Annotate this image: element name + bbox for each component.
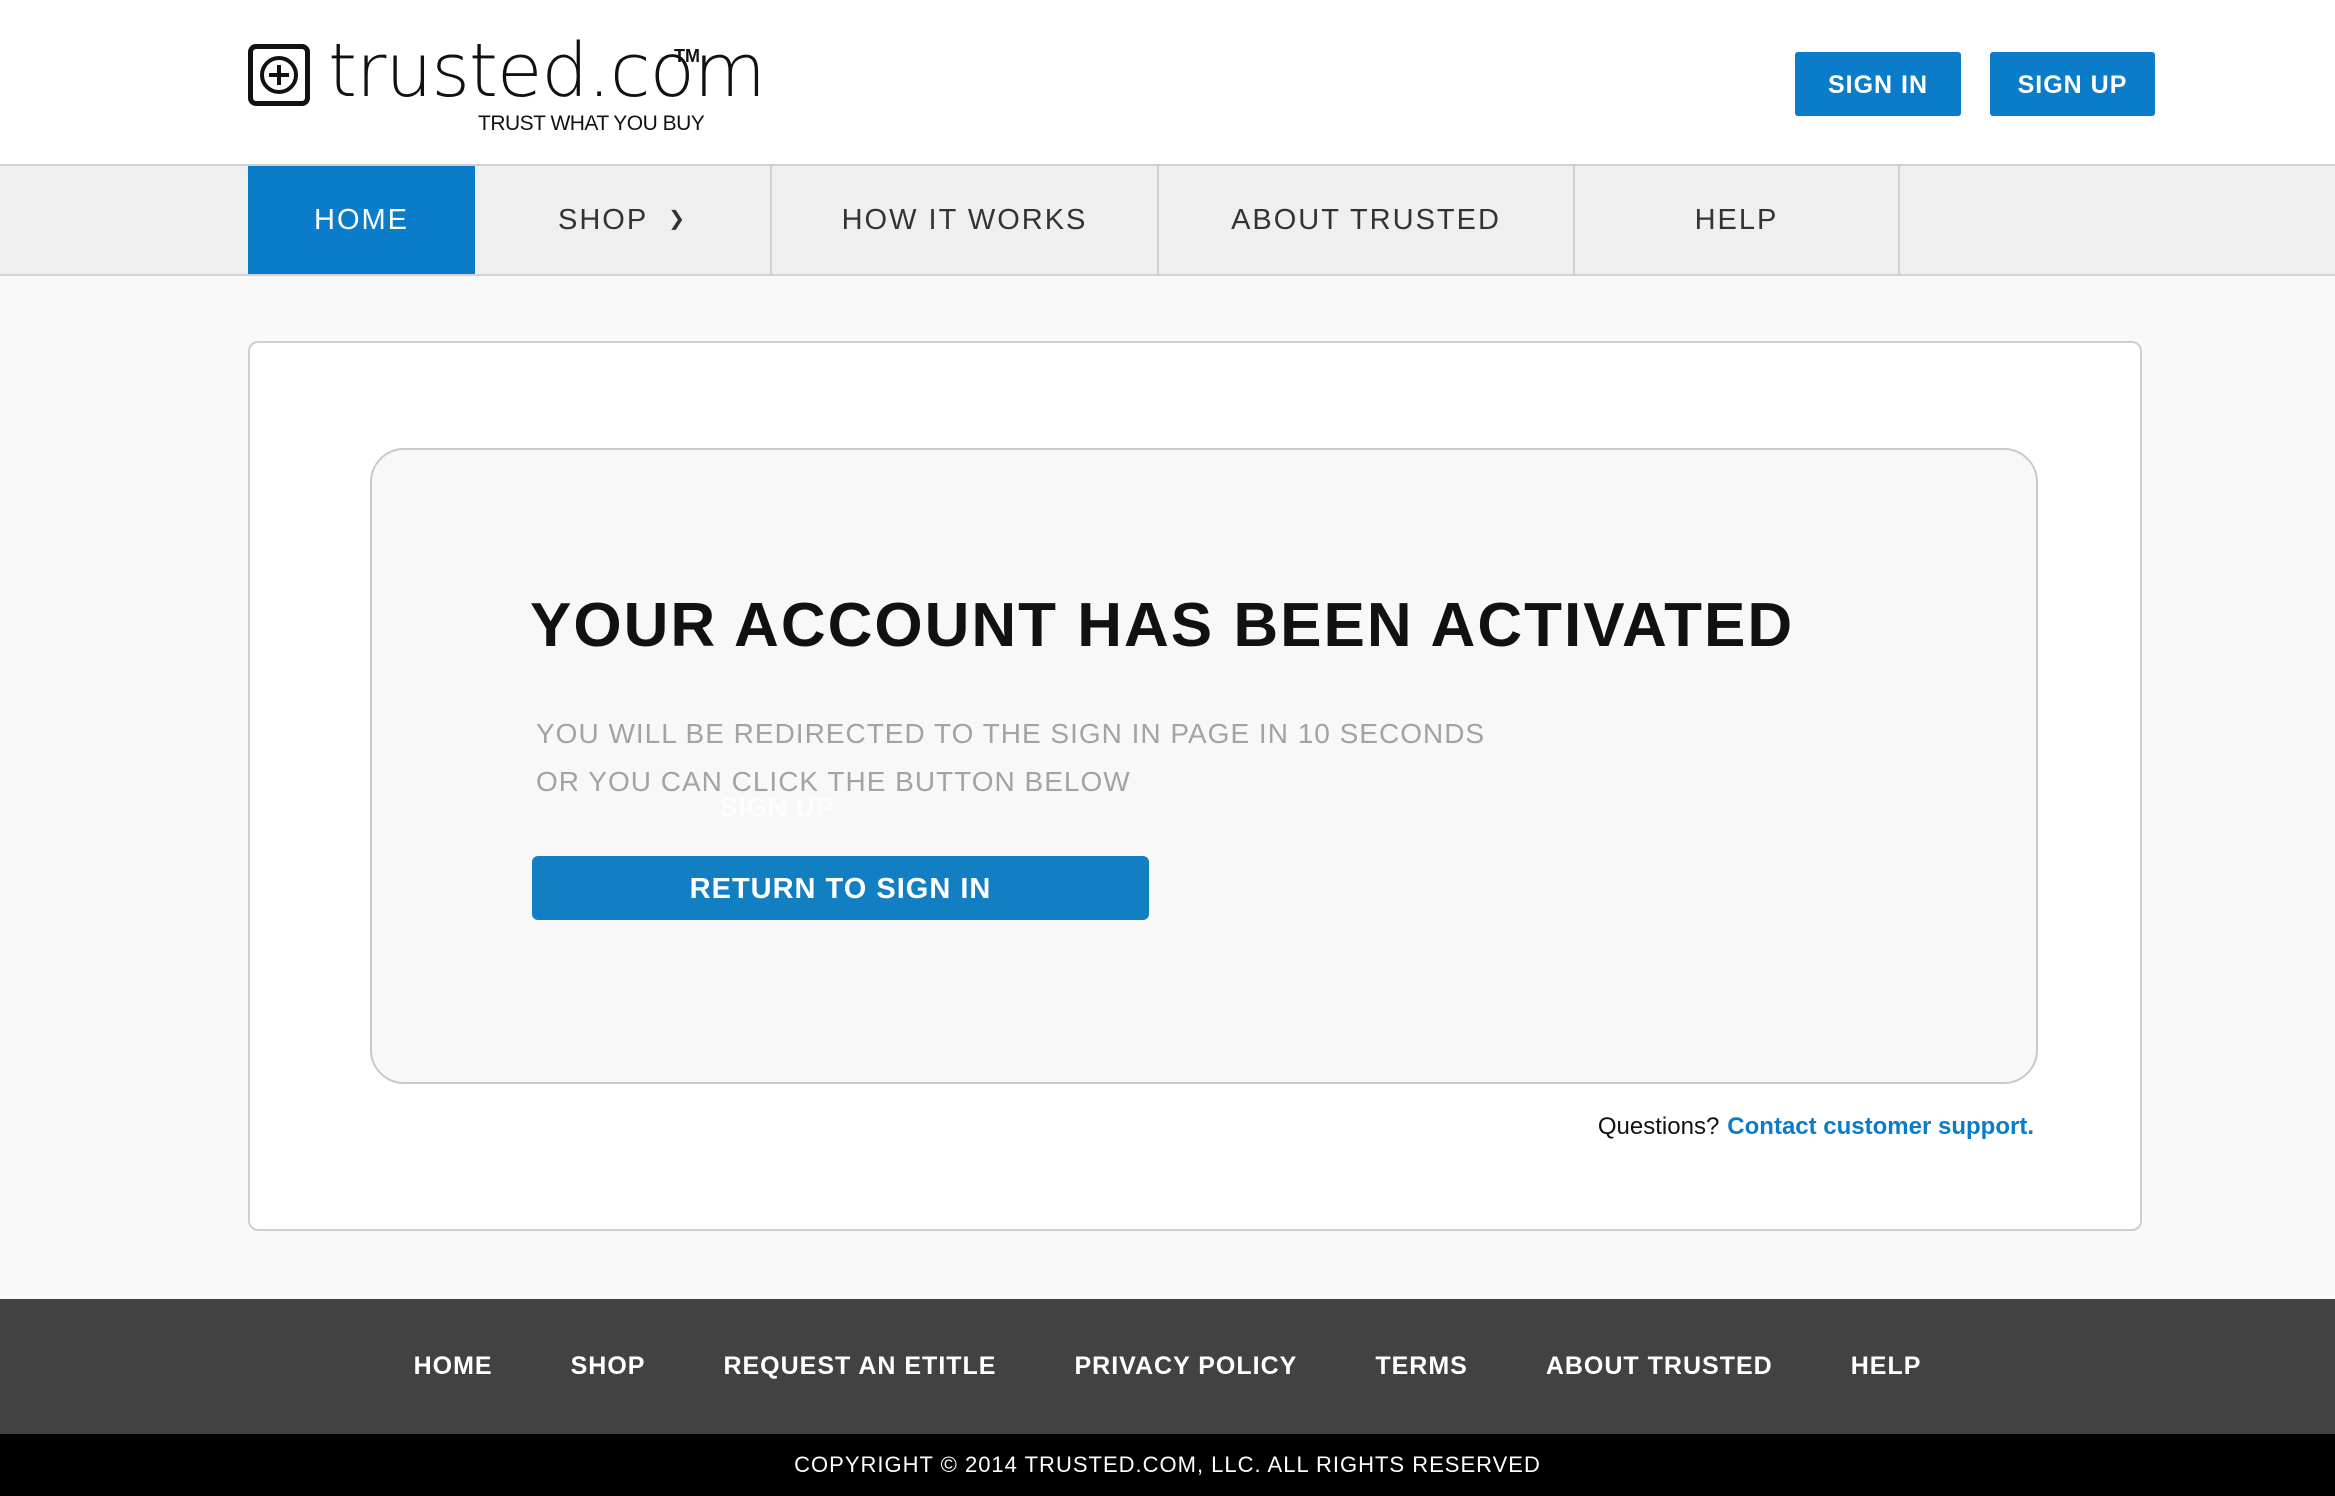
redirect-message: YOU WILL BE REDIRECTED TO THE SIGN IN PA… <box>536 718 1486 749</box>
footer-link-terms[interactable]: TERMS <box>1375 1352 1468 1381</box>
nav-item-help[interactable]: HELP <box>1575 166 1900 274</box>
footer-link-help[interactable]: HELP <box>1851 1352 1922 1381</box>
activation-card: YOUR ACCOUNT HAS BEEN ACTIVATED YOU WILL… <box>248 341 2142 1231</box>
return-to-sign-in-button[interactable]: RETURN TO SIGN IN <box>532 856 1149 920</box>
main-nav: HOME SHOP ❯ HOW IT WORKS ABOUT TRUSTED HE… <box>0 166 2335 276</box>
activation-panel: YOUR ACCOUNT HAS BEEN ACTIVATED YOU WILL… <box>370 448 2038 1084</box>
copyright-bar: COPYRIGHT © 2014 TRUSTED.COM, LLC. ALL R… <box>0 1434 2335 1496</box>
footer-links: HOME SHOP REQUEST AN ETITLE PRIVACY POLI… <box>0 1299 2335 1434</box>
contact-support-link[interactable]: Contact customer support. <box>1727 1113 2034 1140</box>
ghost-sign-up-text: SIGN UP <box>720 792 834 822</box>
nav-item-label: SHOP <box>558 204 649 236</box>
footer-link-about-trusted[interactable]: ABOUT TRUSTED <box>1546 1352 1773 1381</box>
nav-item-label: HELP <box>1694 204 1779 236</box>
nav-item-shop[interactable]: SHOP ❯ <box>475 166 772 274</box>
logo-wordmark: trusted.com <box>328 28 766 114</box>
site-footer: HOME SHOP REQUEST AN ETITLE PRIVACY POLI… <box>0 1299 2335 1434</box>
page-title: YOUR ACCOUNT HAS BEEN ACTIVATED <box>530 591 1795 660</box>
nav-item-label: HOME <box>314 204 409 236</box>
nav-item-label: HOW IT WORKS <box>841 204 1088 236</box>
footer-link-home[interactable]: HOME <box>414 1352 493 1381</box>
logo-tagline: TRUST WHAT YOU BUY <box>478 112 705 135</box>
support-note: Questions? Contact customer support. <box>1598 1113 2034 1141</box>
nav-item-about-trusted[interactable]: ABOUT TRUSTED <box>1159 166 1575 274</box>
logo-trademark: TM <box>674 46 700 66</box>
sign-up-button[interactable]: SIGN UP <box>1990 52 2155 116</box>
footer-link-shop[interactable]: SHOP <box>571 1352 646 1381</box>
logo-plus-icon <box>248 44 310 106</box>
footer-link-request-etitle[interactable]: REQUEST AN ETITLE <box>723 1352 996 1381</box>
nav-item-label: ABOUT TRUSTED <box>1231 204 1501 236</box>
sign-in-button[interactable]: SIGN IN <box>1795 52 1961 116</box>
trusted-logo[interactable]: trusted.com TM TRUST WHAT YOU BUY <box>248 28 766 140</box>
site-header: trusted.com TM TRUST WHAT YOU BUY SIGN I… <box>0 0 2335 166</box>
footer-link-privacy-policy[interactable]: PRIVACY POLICY <box>1074 1352 1297 1381</box>
chevron-down-icon: ❯ <box>668 208 687 231</box>
questions-label: Questions? <box>1597 1113 1720 1140</box>
nav-item-how-it-works[interactable]: HOW IT WORKS <box>772 166 1159 274</box>
nav-item-home[interactable]: HOME <box>248 166 475 274</box>
